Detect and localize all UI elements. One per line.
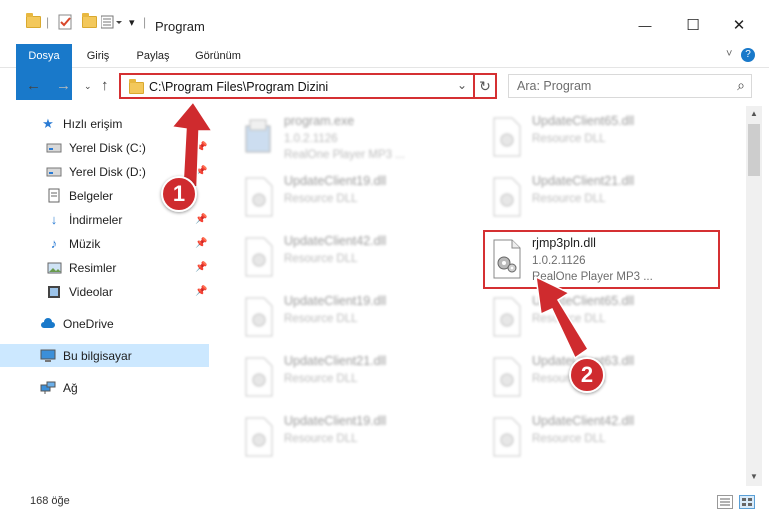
callout-arrow-2 <box>535 275 590 360</box>
callout-arrow-1 <box>170 100 214 188</box>
callout-arrows <box>170 100 590 360</box>
callout-badge-1: 1 <box>161 176 197 212</box>
callout-badge-2: 2 <box>569 357 605 393</box>
